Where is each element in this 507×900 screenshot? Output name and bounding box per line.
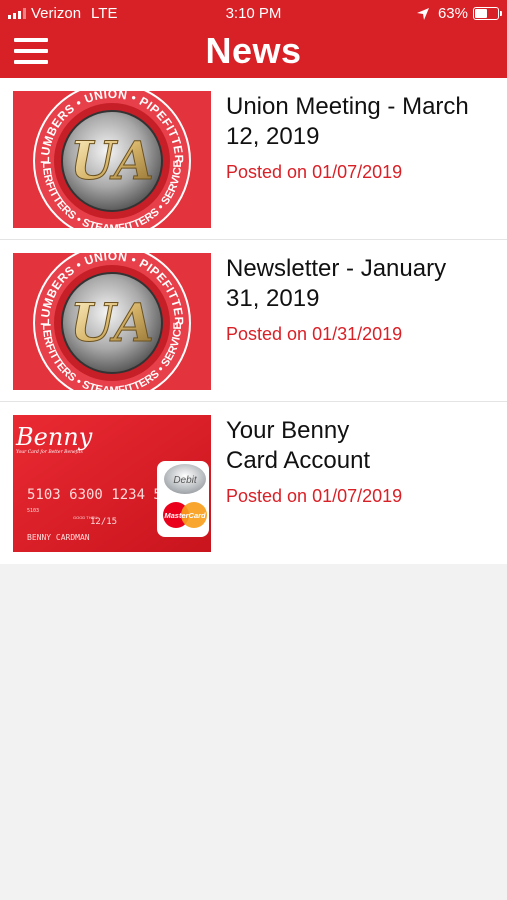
news-item-date: Posted on 01/07/2019 bbox=[226, 162, 403, 182]
news-item-title: Your Benny Card Account bbox=[226, 417, 371, 474]
news-item-title: Newsletter - January 31, 2019 bbox=[226, 255, 447, 312]
news-item-date: Posted on 01/07/2019 bbox=[226, 486, 403, 506]
ua-union-seal-thumbnail: PLUMBERS • UNION • PIPEFITTERS SPRINKLER… bbox=[13, 91, 211, 228]
battery-icon bbox=[473, 7, 502, 20]
news-item[interactable]: PLUMBERS • UNION • PIPEFITTERS SPRINKLER… bbox=[0, 78, 507, 240]
news-item-title: Union Meeting - March 12, 2019 bbox=[226, 93, 469, 150]
svg-text:12/15: 12/15 bbox=[90, 517, 117, 527]
svg-text:BENNY CARDMAN: BENNY CARDMAN bbox=[27, 533, 90, 542]
svg-text:UA: UA bbox=[70, 131, 154, 192]
app-header: Verizon LTE 3:10 PM 63% News bbox=[0, 0, 507, 78]
union-seal-image: PLUMBERS • UNION • PIPEFITTERS SPRINKLER… bbox=[13, 253, 211, 390]
union-seal-image: PLUMBERS • UNION • PIPEFITTERS SPRINKLER… bbox=[13, 91, 211, 228]
news-item[interactable]: Benny Your Card for Better Benefits 5103… bbox=[0, 402, 507, 564]
svg-text:UA: UA bbox=[70, 293, 154, 354]
svg-text:MasterCard: MasterCard bbox=[164, 511, 206, 520]
svg-text:Debit: Debit bbox=[173, 475, 198, 486]
news-item-date: Posted on 01/31/2019 bbox=[226, 324, 403, 344]
svg-text:Benny: Benny bbox=[15, 423, 93, 451]
status-bar: Verizon LTE 3:10 PM 63% bbox=[0, 0, 507, 28]
news-list: PLUMBERS • UNION • PIPEFITTERS SPRINKLER… bbox=[0, 78, 507, 564]
benny-card-image: Benny Your Card for Better Benefits 5103… bbox=[13, 415, 211, 552]
svg-text:5103: 5103 bbox=[27, 508, 39, 514]
page-title: News bbox=[205, 30, 302, 71]
location-arrow-icon bbox=[416, 7, 429, 20]
news-item[interactable]: PLUMBERS • UNION • PIPEFITTERS SPRINKLER… bbox=[0, 240, 507, 402]
benny-card-thumbnail: Benny Your Card for Better Benefits 5103… bbox=[13, 415, 211, 552]
svg-text:Your Card for Better Benefits: Your Card for Better Benefits bbox=[16, 449, 83, 455]
battery-percent: 63% bbox=[437, 5, 468, 22]
ua-union-seal-thumbnail: PLUMBERS • UNION • PIPEFITTERS SPRINKLER… bbox=[13, 253, 211, 390]
